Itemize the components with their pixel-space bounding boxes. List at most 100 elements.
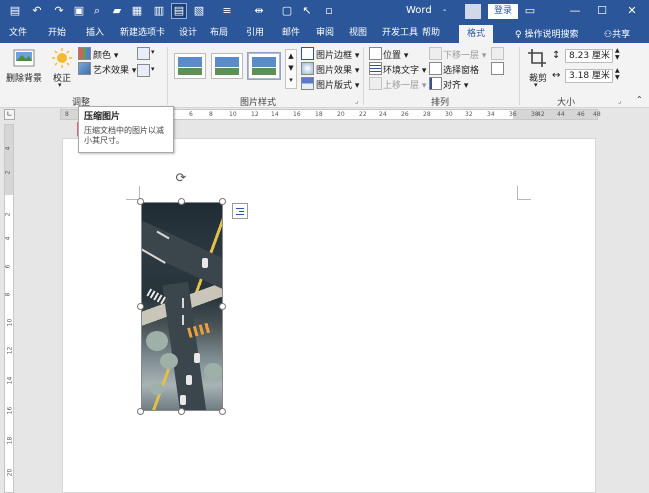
correct-dropdown-icon[interactable]: ▾ [58, 81, 62, 89]
layout-options-icon[interactable] [232, 203, 248, 219]
tab-10[interactable]: 开发工具 [382, 26, 418, 40]
tab-selector-icon[interactable]: ∟ [4, 109, 15, 120]
tab-1[interactable]: 开始 [48, 26, 66, 40]
crop-dropdown-icon[interactable]: ▾ [534, 81, 538, 89]
tab-7[interactable]: 邮件 [282, 26, 300, 40]
tab-9[interactable]: 视图 [349, 26, 367, 40]
pointer-icon[interactable]: ↖ [300, 4, 314, 18]
wrap-text-button[interactable]: 环境文字 ▾ [383, 63, 426, 76]
height-stepper[interactable]: ▲ ▼ [615, 47, 620, 61]
group-objects-icon[interactable] [491, 47, 504, 60]
extra-icon[interactable]: ▫ [322, 4, 336, 18]
styles-gallery-scroll[interactable]: ▲ ▼ ▾ [285, 49, 297, 89]
color-icon[interactable] [78, 47, 91, 60]
wrap-text-icon[interactable] [369, 62, 382, 75]
align-icon[interactable] [429, 77, 442, 90]
print-preview-icon[interactable]: ▣ [72, 4, 86, 18]
width-stepper[interactable]: ▲ ▼ [615, 67, 620, 81]
bring-forward-icon[interactable] [369, 77, 382, 90]
send-backward-icon[interactable] [429, 47, 442, 60]
position-button[interactable]: 位置 ▾ [383, 48, 408, 61]
crop-button[interactable]: 裁剪 [529, 71, 547, 84]
gallery-more-icon[interactable]: ▾ [286, 74, 296, 86]
change-picture-icon[interactable] [137, 47, 150, 60]
tab-4[interactable]: 设计 [179, 26, 197, 40]
picture-border-button[interactable]: 图片边框 ▾ [316, 48, 359, 61]
tell-me-search[interactable]: ♀ 操作说明搜索 [515, 27, 578, 40]
tab-12[interactable]: 格式 [459, 25, 494, 43]
resize-handle-top[interactable] [178, 198, 185, 205]
paste-icon[interactable]: ▢ [280, 4, 294, 18]
tab-2[interactable]: 插入 [86, 26, 104, 40]
picture-style-3[interactable] [247, 52, 281, 80]
resize-handle-bottom-right[interactable] [219, 408, 226, 415]
login-button[interactable]: 登录 [488, 4, 518, 19]
bring-forward-button[interactable]: 上移一层 ▾ [383, 78, 426, 91]
columns-icon[interactable]: ▥ [152, 4, 166, 18]
reset-picture-dropdown-icon[interactable]: ▾ [151, 65, 155, 73]
picture-border-icon[interactable] [301, 47, 314, 60]
save-icon[interactable]: ▤ [8, 4, 22, 18]
table-icon[interactable]: ▦ [130, 4, 144, 18]
collapse-ribbon-icon[interactable]: ⌃ [636, 95, 643, 104]
picture-effects-icon[interactable] [301, 62, 314, 75]
selection-pane-icon[interactable] [429, 62, 442, 75]
scroll-down-icon[interactable]: ▼ [286, 62, 296, 74]
tab-3[interactable]: 新建选项卡 [120, 26, 165, 40]
color-button[interactable]: 颜色 ▾ [93, 48, 118, 61]
page-view-icon[interactable]: ▤ [171, 3, 187, 19]
rotate-objects-icon[interactable] [491, 62, 504, 75]
send-backward-button[interactable]: 下移一层 ▾ [443, 48, 486, 61]
tab-5[interactable]: 布局 [210, 26, 228, 40]
spacing-icon[interactable]: ≡ [220, 4, 234, 18]
artistic-effects-icon[interactable] [78, 62, 91, 75]
width-input[interactable]: 3.18 厘米 [565, 69, 613, 83]
resize-handle-right[interactable] [219, 303, 226, 310]
tab-8[interactable]: 审阅 [316, 26, 334, 40]
open-folder-icon[interactable]: ▰ [110, 4, 124, 18]
reset-picture-icon[interactable] [137, 64, 150, 77]
position-icon[interactable] [369, 47, 382, 60]
picture-styles-launcher-icon[interactable]: ⌟ [355, 97, 358, 105]
correct-button[interactable]: 校正 [53, 71, 71, 84]
picture-style-1[interactable] [174, 53, 206, 79]
width-icon[interactable]: ⇹ [252, 4, 266, 18]
tab-0[interactable]: 文件 [9, 26, 27, 40]
resize-handle-left[interactable] [137, 303, 144, 310]
close-icon[interactable]: ✕ [622, 3, 642, 19]
picture-style-2[interactable] [211, 53, 243, 79]
resize-handle-top-right[interactable] [219, 198, 226, 205]
brightness-icon[interactable] [52, 48, 72, 68]
find-icon[interactable]: ⌕ [90, 4, 104, 18]
scroll-up-icon[interactable]: ▲ [286, 50, 296, 62]
ribbon-options-icon[interactable]: ▭ [520, 3, 540, 19]
crop-icon[interactable] [527, 48, 547, 68]
align-button[interactable]: 对齐 ▾ [443, 78, 468, 91]
redo-icon[interactable]: ↷ [52, 4, 66, 18]
tab-11[interactable]: 帮助 [422, 26, 440, 40]
tab-6[interactable]: 引用 [246, 26, 264, 40]
minimize-icon[interactable]: — [565, 3, 585, 19]
height-input[interactable]: 8.23 厘米 [565, 49, 613, 63]
remove-background-button[interactable]: 删除背景 [6, 71, 42, 84]
share-button[interactable]: ⚇共享 [604, 27, 630, 40]
selection-pane-button[interactable]: 选择窗格 [443, 63, 479, 76]
selected-picture[interactable] [141, 202, 223, 411]
vertical-ruler[interactable]: 4 2 2 4 6 8 10 12 14 16 18 20 [4, 124, 14, 493]
image-icon[interactable]: ▧ [192, 4, 206, 18]
picture-layout-icon[interactable] [301, 77, 314, 90]
artistic-effects-button[interactable]: 艺术效果 ▾ [93, 63, 136, 76]
rotate-handle-icon[interactable]: ⟳ [174, 172, 188, 186]
resize-handle-bottom[interactable] [178, 408, 185, 415]
resize-handle-bottom-left[interactable] [137, 408, 144, 415]
undo-icon[interactable]: ↶ [30, 4, 44, 18]
top-margin-area [5, 125, 13, 195]
maximize-icon[interactable]: ☐ [592, 3, 612, 19]
remove-background-icon[interactable] [13, 48, 35, 68]
size-launcher-icon[interactable]: ⌟ [618, 97, 621, 105]
picture-effects-button[interactable]: 图片效果 ▾ [316, 63, 359, 76]
resize-handle-top-left[interactable] [137, 198, 144, 205]
picture-layout-button[interactable]: 图片版式 ▾ [316, 78, 359, 91]
change-picture-dropdown-icon[interactable]: ▾ [151, 48, 155, 56]
ribbon-display-options-icon[interactable] [465, 4, 481, 19]
